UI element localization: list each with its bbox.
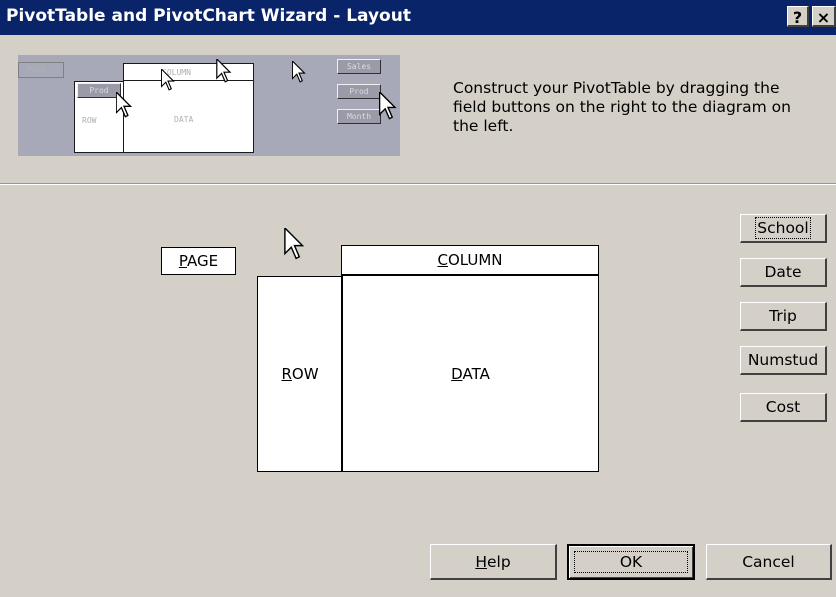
- preview-data-label: DATA: [174, 115, 194, 124]
- preview-page-label: PAGE: [27, 65, 47, 74]
- instructions-text: Construct your PivotTable by dragging th…: [453, 79, 791, 135]
- preview-field-prod: Prod: [337, 84, 381, 99]
- title-bar: PivotTable and PivotChart Wizard - Layou…: [0, 0, 836, 35]
- field-button-numstud[interactable]: Numstud: [740, 346, 827, 375]
- preview-data-area: DATA: [123, 80, 254, 153]
- page-drop-area[interactable]: PAGE: [161, 247, 236, 275]
- data-area-label: DATA: [451, 364, 490, 383]
- mouse-cursor-icon: [284, 228, 305, 260]
- field-button-date[interactable]: Date: [740, 258, 827, 287]
- help-title-button[interactable]: ?: [787, 6, 809, 27]
- preview-cursor-icon: [216, 59, 232, 83]
- ok-button[interactable]: OK: [567, 544, 695, 580]
- column-drop-area[interactable]: COLUMN: [341, 245, 599, 275]
- field-button-cost[interactable]: Cost: [740, 393, 827, 422]
- cancel-button[interactable]: Cancel: [706, 544, 832, 580]
- field-button-school[interactable]: School: [740, 214, 827, 243]
- preview-cursor-icon: [116, 92, 132, 118]
- column-area-label: COLUMN: [437, 251, 503, 269]
- close-button[interactable]: ×: [812, 6, 836, 27]
- row-area-label: ROW: [281, 365, 319, 383]
- preview-page-area: PAGE: [18, 62, 64, 78]
- preview-cursor-icon: [161, 69, 175, 91]
- preview-cursor-icon: [379, 92, 397, 120]
- preview-field-sales: Sales: [337, 59, 381, 74]
- page-area-label: PAGE: [178, 252, 219, 270]
- preview-row-label: ROW: [82, 116, 97, 125]
- preview-row-field: Prod: [77, 83, 121, 98]
- field-button-trip[interactable]: Trip: [740, 302, 827, 331]
- preview-column-area: COLUMN: [123, 63, 254, 81]
- preview-cursor-icon: [292, 61, 306, 83]
- layout-preview-image: PAGE COLUMN ROW DATA Prod Sales Prod Mon…: [18, 55, 400, 156]
- row-drop-area[interactable]: ROW: [257, 276, 343, 472]
- data-drop-area[interactable]: DATA: [341, 274, 599, 472]
- divider: [0, 183, 836, 185]
- preview-field-month: Month: [337, 109, 381, 124]
- window-title: PivotTable and PivotChart Wizard - Layou…: [6, 6, 411, 26]
- focus-rect: [574, 551, 688, 573]
- help-button[interactable]: Help: [430, 544, 557, 580]
